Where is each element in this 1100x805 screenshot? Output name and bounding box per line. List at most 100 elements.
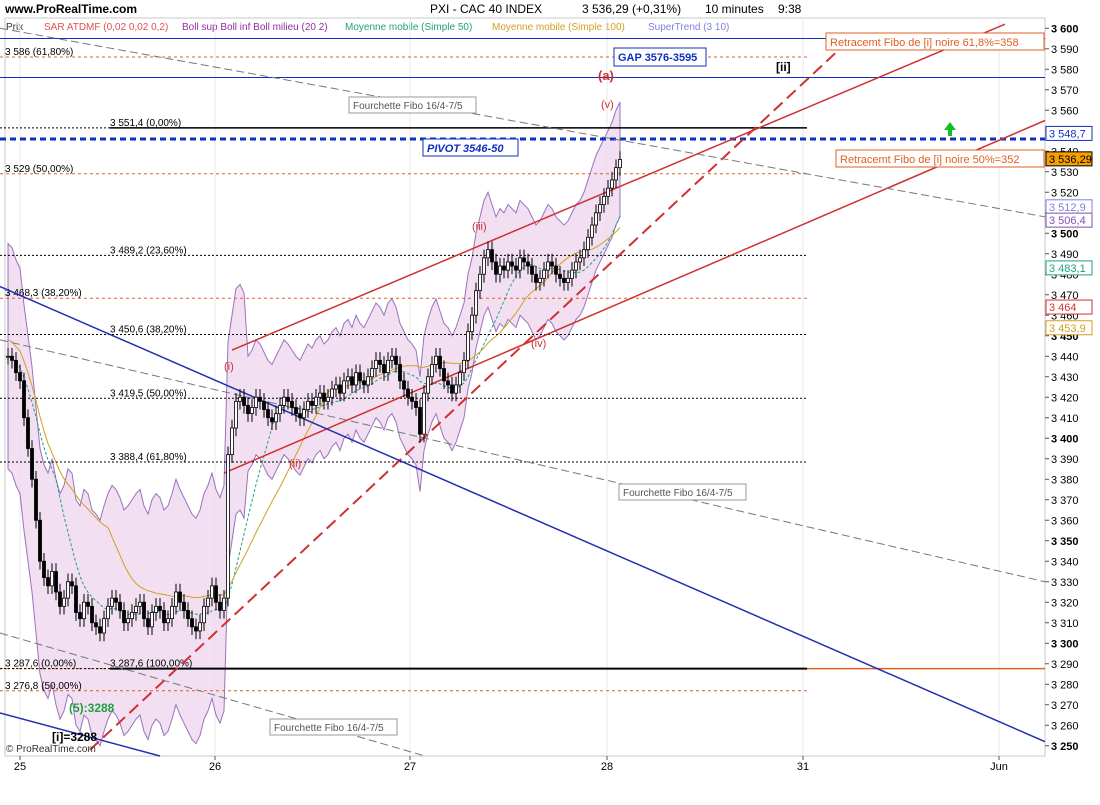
- candle-body: [122, 610, 126, 624]
- candle-body: [94, 622, 98, 628]
- candle-body: [302, 409, 306, 419]
- candle-body: [534, 273, 538, 283]
- wave-iv-label: (iv): [531, 338, 546, 350]
- y-tick-label: 3 330: [1051, 577, 1079, 589]
- candle-body: [262, 400, 266, 410]
- candle-body: [526, 261, 530, 267]
- y-tick-label: 3 420: [1051, 392, 1079, 404]
- candle-body: [110, 597, 114, 607]
- candle-body: [82, 601, 86, 620]
- candle-body: [550, 261, 554, 267]
- candle-body: [318, 392, 322, 398]
- fibo-level-label: 3 450,6 (38,20%): [110, 325, 187, 336]
- candle-body: [502, 265, 506, 271]
- candle-body: [446, 380, 450, 386]
- candle-body: [206, 597, 210, 607]
- candle-body: [498, 265, 502, 275]
- candle-body: [458, 372, 462, 386]
- candle-body: [246, 405, 250, 415]
- candle-body: [330, 388, 334, 398]
- candle-body: [602, 195, 606, 205]
- candle-body: [566, 277, 570, 283]
- candle-body: [430, 364, 434, 378]
- price-tag-label: 3 483,1: [1049, 263, 1086, 275]
- retrace-618-label: Retracemt Fibo de [i] noire 61,8%=358: [830, 37, 1019, 49]
- candle-body: [354, 372, 358, 386]
- legend-item: Moyenne mobile (Simple 100): [492, 22, 625, 33]
- candle-body: [218, 601, 222, 611]
- candle-body: [518, 257, 522, 271]
- price-tag-label: 3 512,9: [1049, 202, 1086, 214]
- wave-i-label: (i): [224, 361, 234, 373]
- candle-body: [222, 597, 226, 611]
- y-tick-label: 3 400: [1051, 433, 1079, 445]
- candle-body: [510, 261, 514, 267]
- y-tick-label: 3 520: [1051, 187, 1079, 199]
- candle-body: [314, 396, 318, 406]
- x-tick-label: Jun: [990, 761, 1008, 773]
- candle-body: [586, 236, 590, 251]
- fourchette-label: Fourchette Fibo 16/4-7/5: [353, 101, 463, 112]
- y-tick-label: 3 300: [1051, 638, 1079, 650]
- wave-v-label: (v): [601, 99, 614, 111]
- candle-body: [138, 601, 142, 607]
- wave-a-label: (a): [598, 68, 614, 83]
- price-tag-label: 3 536,29: [1049, 154, 1092, 166]
- wave-ii-label: [ii]: [776, 60, 791, 74]
- candle-body: [542, 269, 546, 279]
- x-tick-label: 27: [404, 761, 416, 773]
- y-tick-label: 3 590: [1051, 44, 1079, 56]
- y-tick-label: 3 560: [1051, 105, 1079, 117]
- candle-body: [326, 396, 330, 402]
- candle-body: [6, 355, 10, 358]
- candle-body: [254, 396, 258, 408]
- candle-body: [90, 605, 94, 624]
- candle-body: [54, 571, 58, 593]
- wave-i-bracket-label: [i]=3288: [52, 730, 97, 744]
- candle-body: [522, 257, 526, 263]
- candle-body: [494, 261, 498, 275]
- candle-body: [198, 622, 202, 632]
- candle-body: [594, 212, 598, 226]
- y-tick-label: 3 260: [1051, 720, 1079, 732]
- y-tick-label: 3 380: [1051, 474, 1079, 486]
- candle-body: [170, 605, 174, 620]
- candle-body: [438, 355, 442, 369]
- y-tick-label: 3 250: [1051, 741, 1079, 753]
- candle-body: [346, 376, 350, 382]
- candle-body: [562, 277, 566, 283]
- candle-body: [374, 359, 378, 369]
- candle-body: [454, 384, 458, 394]
- x-tick-label: 25: [14, 761, 26, 773]
- candle-body: [74, 585, 78, 613]
- candle-body: [462, 359, 466, 374]
- candle-body: [334, 384, 338, 390]
- candle-body: [194, 626, 198, 632]
- x-tick-label: 26: [209, 761, 221, 773]
- candle-body: [174, 591, 178, 607]
- candle-body: [418, 407, 422, 435]
- candle-body: [70, 581, 74, 587]
- y-tick-label: 3 350: [1051, 536, 1079, 548]
- candle-body: [86, 601, 90, 607]
- candle-body: [34, 478, 38, 521]
- candle-body: [610, 179, 614, 189]
- candle-body: [106, 605, 110, 620]
- candle-body: [410, 396, 414, 402]
- cac40-price-chart[interactable]: www.ProRealTime.com PXI - CAC 40 INDEX 3 5…: [0, 0, 1100, 800]
- y-tick-label: 3 440: [1051, 351, 1079, 363]
- y-tick-label: 3 310: [1051, 618, 1079, 630]
- candle-body: [618, 159, 622, 169]
- y-tick-label: 3 530: [1051, 167, 1079, 179]
- price-tag-label: 3 453,9: [1049, 323, 1086, 335]
- y-tick-label: 3 430: [1051, 372, 1079, 384]
- candle-body: [474, 290, 478, 316]
- candle-body: [578, 257, 582, 263]
- candle-body: [310, 400, 314, 406]
- candle-body: [18, 372, 22, 382]
- candle-body: [574, 261, 578, 271]
- candle-body: [158, 605, 162, 611]
- candle-body: [338, 384, 342, 394]
- candle-body: [14, 359, 18, 374]
- gap-label: GAP 3576-3595: [618, 52, 697, 64]
